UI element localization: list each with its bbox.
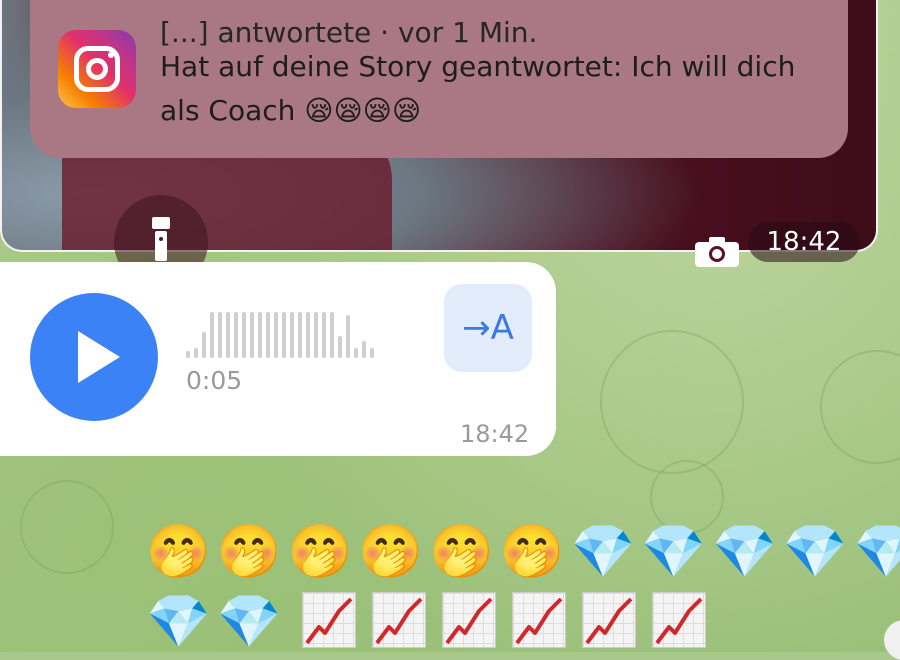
waveform-bar [242, 312, 246, 358]
chart-increasing-icon [371, 592, 426, 648]
waveform-bar [338, 336, 342, 358]
waveform-bar [370, 348, 374, 358]
voice-waveform[interactable] [186, 310, 374, 358]
waveform-bar [354, 348, 358, 358]
waveform-bar [274, 312, 278, 358]
waveform-bar [290, 312, 294, 358]
waveform-bar [258, 312, 262, 358]
waveform-bar [306, 312, 310, 358]
waveform-bar [234, 312, 238, 358]
notification-text-line1: Hat auf deine Story geantwortet: Ich wil… [160, 50, 796, 83]
waveform-bar [202, 332, 206, 358]
waveform-bar [186, 351, 190, 358]
chart-emojis [301, 592, 722, 652]
play-button[interactable] [30, 293, 158, 421]
wallpaper-doodle [820, 350, 900, 464]
waveform-bar [210, 312, 214, 358]
wallpaper-doodle [20, 480, 114, 574]
waveform-bar [346, 315, 350, 358]
waveform-bar [218, 312, 222, 358]
waveform-bar [362, 341, 366, 358]
emoji-message-row1: 🤭🤭🤭🤭🤭🤭💎💎💎💎💎 [146, 522, 900, 582]
chart-increasing-icon [441, 592, 496, 648]
chart-increasing-icon [301, 592, 356, 648]
waveform-bar [330, 312, 334, 358]
chart-increasing-icon [651, 592, 706, 648]
notification-text-line2: als Coach 😪😪😪😪 [160, 94, 422, 127]
play-icon [78, 331, 120, 383]
wallpaper-doodle [600, 330, 744, 474]
waveform-bar [250, 312, 254, 358]
camera-icon [695, 237, 739, 267]
notification-header: [...] antwortete · vor 1 Min. [160, 16, 538, 49]
waveform-bar [298, 312, 302, 358]
diamond-emojis: 💎💎 [146, 592, 288, 652]
waveform-bar [282, 312, 286, 358]
waveform-bar [194, 348, 198, 358]
transcribe-button[interactable]: →A [444, 284, 532, 372]
bubble-tail [0, 425, 20, 455]
waveform-bar [322, 312, 326, 358]
emoji-message-row2: 💎💎 [146, 592, 722, 652]
voice-duration: 0:05 [186, 366, 243, 395]
voice-timestamp: 18:42 [460, 420, 530, 448]
chart-increasing-icon [511, 592, 566, 648]
waveform-bar [314, 312, 318, 358]
instagram-icon [58, 30, 136, 108]
waveform-bar [266, 312, 270, 358]
chart-increasing-icon [581, 592, 636, 648]
photo-timestamp: 18:42 [748, 222, 860, 262]
waveform-bar [226, 312, 230, 358]
